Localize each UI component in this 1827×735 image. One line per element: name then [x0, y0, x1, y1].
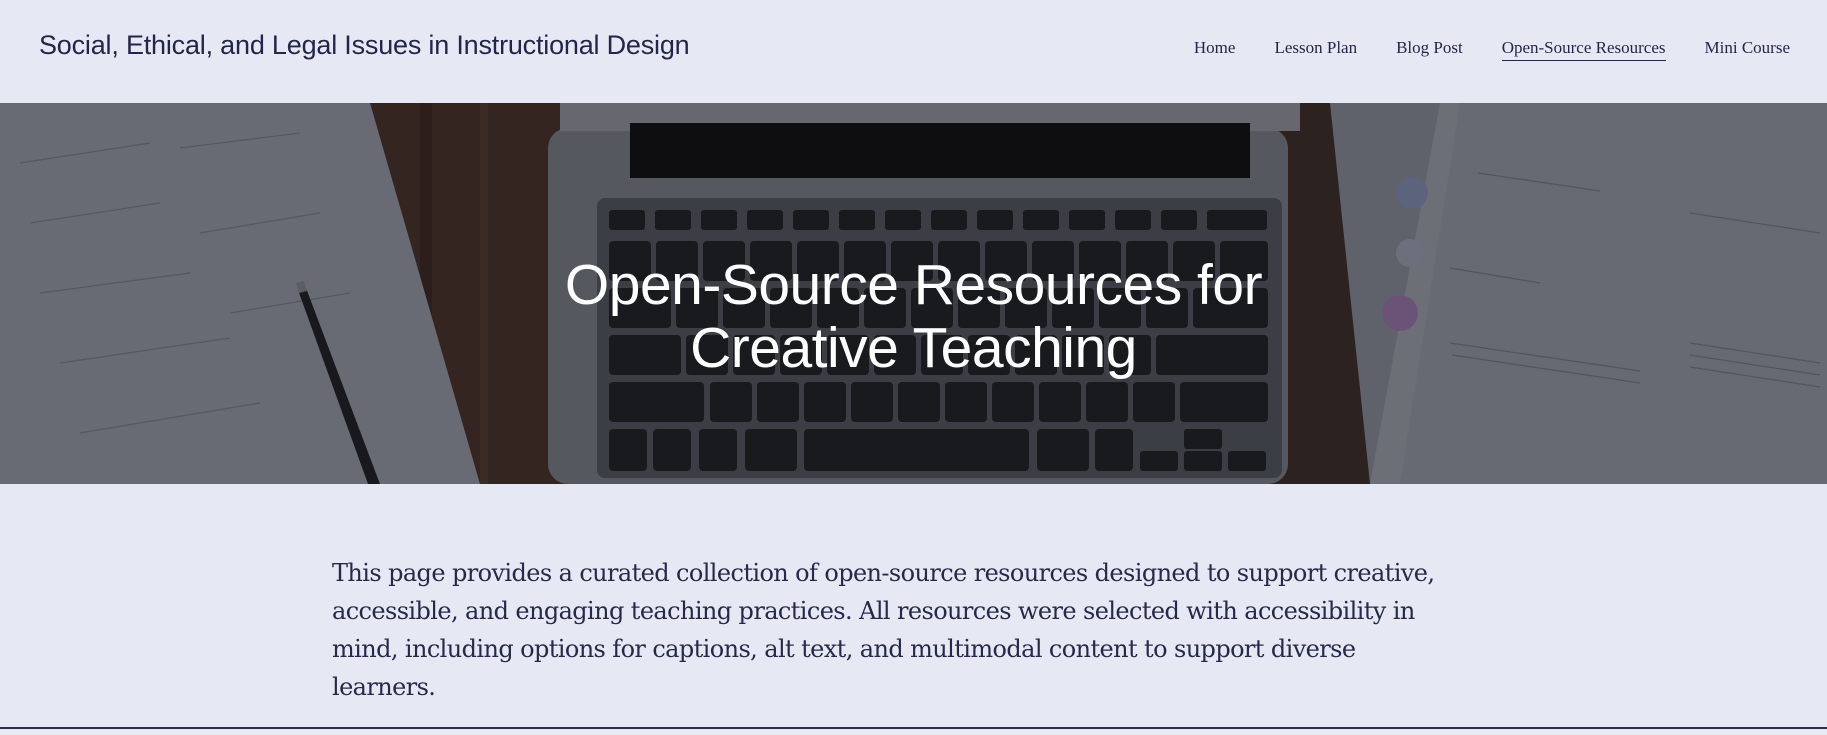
- hero-banner: Open-Source Resources for Creative Teach…: [0, 103, 1827, 484]
- nav-lesson-plan[interactable]: Lesson Plan: [1274, 38, 1357, 61]
- nav-blog-post[interactable]: Blog Post: [1396, 38, 1463, 61]
- main-nav: Home Lesson Plan Blog Post Open-Source R…: [1194, 38, 1790, 61]
- nav-mini-course[interactable]: Mini Course: [1705, 38, 1790, 61]
- site-header: Social, Ethical, and Legal Issues in Ins…: [0, 0, 1827, 103]
- nav-home[interactable]: Home: [1194, 38, 1236, 61]
- site-title[interactable]: Social, Ethical, and Legal Issues in Ins…: [39, 30, 690, 61]
- hero-title: Open-Source Resources for Creative Teach…: [0, 254, 1827, 380]
- hero-title-line-1: Open-Source Resources for: [564, 253, 1263, 317]
- intro-paragraph: This page provides a curated collection …: [332, 559, 1435, 701]
- hero-title-line-2: Creative Teaching: [690, 316, 1137, 380]
- nav-open-source-resources[interactable]: Open-Source Resources: [1501, 38, 1666, 61]
- section-divider: [0, 727, 1827, 729]
